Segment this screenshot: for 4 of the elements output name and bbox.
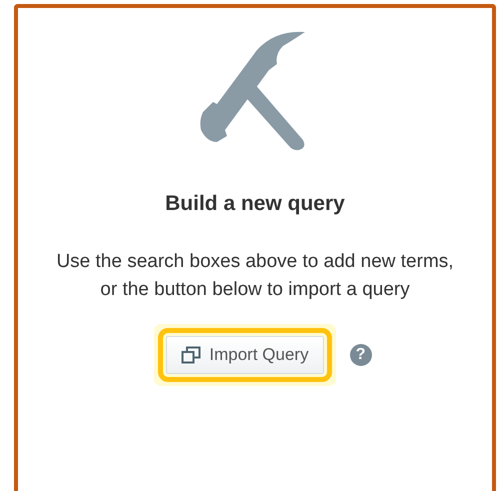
help-icon[interactable]: ? [350, 344, 372, 366]
copy-icon [181, 346, 202, 364]
panel-title: Build a new query [165, 192, 345, 216]
instruction-text: Use the search boxes above to add new terms, or the button below to import a query [55, 250, 455, 302]
